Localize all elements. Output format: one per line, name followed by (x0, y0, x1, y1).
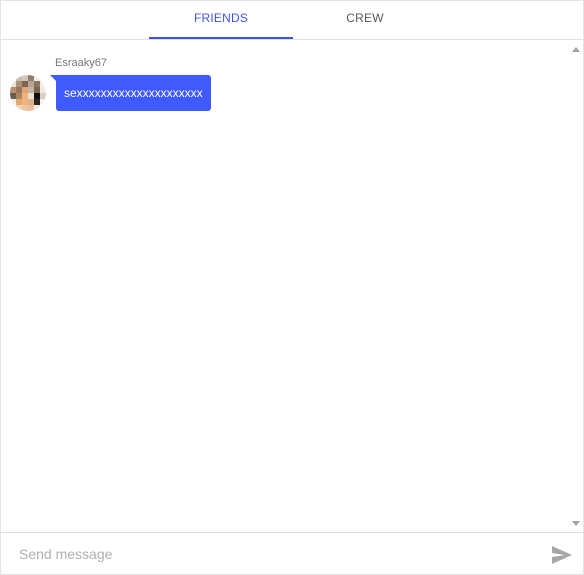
scrollbar[interactable] (569, 40, 583, 531)
send-icon (552, 546, 572, 564)
tab-bar: FRIENDS CREW (1, 1, 583, 40)
send-button[interactable] (551, 545, 573, 565)
tab-friends[interactable]: FRIENDS (149, 1, 293, 39)
avatar[interactable] (10, 75, 46, 111)
message-list[interactable]: Esraaky67 sexxxxxxxxxxxxxxxxxxxxx (1, 40, 583, 531)
message-bubble: sexxxxxxxxxxxxxxxxxxxxx (56, 75, 211, 111)
message-composer (1, 532, 583, 574)
message-input[interactable] (9, 539, 549, 569)
scroll-up-arrow-icon[interactable] (572, 47, 580, 52)
active-tab-indicator (149, 37, 293, 39)
tab-crew[interactable]: CREW (293, 1, 437, 39)
scroll-down-arrow-icon[interactable] (572, 521, 580, 526)
chat-window: FRIENDS CREW Esraaky67 sexxxxxxxxxxxxxxx… (0, 0, 584, 575)
message-username: Esraaky67 (55, 57, 107, 69)
